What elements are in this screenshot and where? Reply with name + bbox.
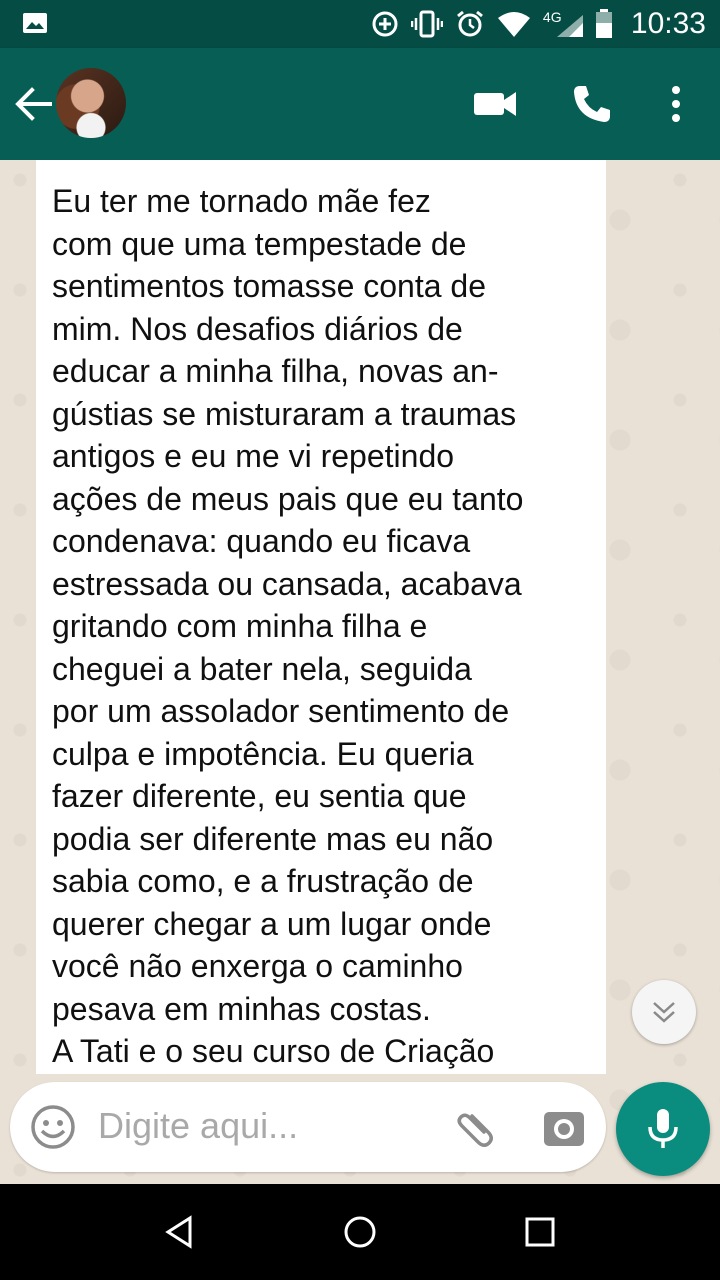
avatar[interactable] (56, 68, 126, 138)
more-options-icon[interactable] (650, 78, 702, 130)
message-line: querer chegar a um lugar onde (52, 905, 492, 942)
message-line: antigos e eu me vi repetindo (52, 438, 455, 474)
scroll-to-bottom-button[interactable] (632, 980, 696, 1044)
video-call-icon[interactable] (470, 78, 522, 130)
chat-header (0, 48, 720, 160)
camera-icon[interactable] (542, 1106, 586, 1150)
message-line: cheguei a bater nela, seguida (52, 650, 472, 687)
data-saver-icon (372, 11, 398, 37)
message-line: Eu ter me tornado mãe fez (52, 183, 431, 219)
message-line: culpa e impotência. Eu queria (52, 735, 474, 772)
chat-area[interactable]: Eu ter me tornado mãe fez com que uma tem… (0, 160, 720, 1184)
signal-icon: 4G (543, 9, 583, 39)
double-chevron-down-icon (653, 1002, 675, 1023)
nav-recents-icon[interactable] (522, 1214, 558, 1250)
message-line: gritando com minha filha e (52, 608, 428, 644)
message-line: fazer diferente, eu sentia que (52, 778, 467, 814)
message-line: A Tati e o seu curso de Criação (52, 1033, 495, 1069)
status-bar: 4G 10:33 (0, 0, 720, 48)
battery-icon (595, 9, 612, 38)
voice-message-button[interactable] (616, 1082, 710, 1176)
nav-home-icon[interactable] (342, 1214, 378, 1250)
message-line: sabia como, e a frustração de (52, 863, 474, 899)
message-line: por um assolador sentimento de (52, 693, 510, 729)
message-line: sentimentos tomasse conta de (52, 268, 487, 304)
message-line: você não enxerga o caminho (52, 948, 463, 984)
vibrate-icon (410, 10, 443, 38)
message-line: gústias se misturaram a traumas (52, 395, 517, 432)
clock: 10:33 (630, 7, 706, 40)
message-bubble[interactable]: Eu ter me tornado mãe fez com que uma tem… (36, 160, 606, 1074)
message-line: com que uma tempestade de (52, 225, 467, 262)
voice-call-icon[interactable] (566, 78, 618, 130)
message-line: pesava em minhas costas. (52, 990, 431, 1027)
emoji-icon[interactable] (30, 1104, 76, 1150)
nav-back-icon[interactable] (162, 1214, 198, 1250)
alarm-icon (456, 10, 483, 37)
wifi-icon (497, 12, 530, 37)
message-line: estressada ou cansada, acabava (52, 565, 522, 602)
message-composer[interactable]: Digite aqui... (10, 1082, 606, 1172)
system-navigation-bar (0, 1184, 720, 1280)
message-line: ações de meus pais que eu tanto (52, 480, 524, 517)
paperclip-icon[interactable] (450, 1102, 500, 1152)
microphone-icon (648, 1109, 678, 1148)
message-line: condenava: quando eu ficava (52, 523, 471, 559)
message-line: podia ser diferente mas eu não (52, 820, 494, 857)
status-icons: 4G 10:33 (371, 0, 706, 48)
image-notification-icon (23, 13, 47, 33)
message-line: educar a minha filha, novas an- (52, 353, 499, 389)
back-arrow-icon[interactable] (12, 84, 56, 124)
message-text: Eu ter me tornado mãe fez com que uma tem… (36, 160, 606, 1073)
message-line: mim. Nos desafios diários de (52, 310, 463, 347)
message-input[interactable]: Digite aqui... (98, 1105, 298, 1147)
